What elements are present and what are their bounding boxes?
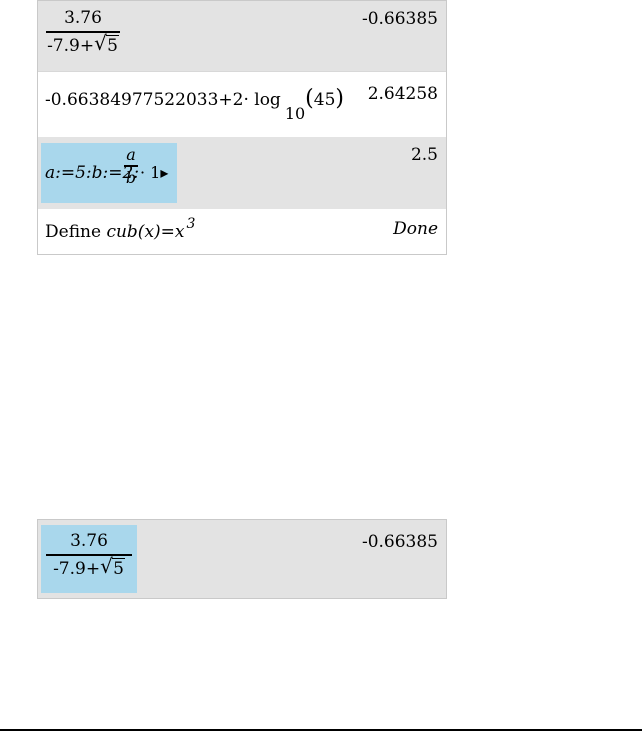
expression-tail: · 1▸ <box>140 163 169 182</box>
lower-denominator-prefix: -7.9+ <box>53 559 101 579</box>
inline-fraction: a b <box>124 145 138 187</box>
log-argument: 45 <box>313 90 336 110</box>
highlighted-expression[interactable]: a:=5:b:=2: a b · 1▸ <box>41 143 177 203</box>
lower-radicand: 5 <box>112 558 125 579</box>
lower-fraction-bar <box>46 554 132 556</box>
exponent: 3 <box>186 216 196 232</box>
fraction-denominator: -7.9+ √ 5 <box>46 31 120 57</box>
lower-radical-icon: √ <box>100 554 113 578</box>
open-paren: ( <box>305 86 314 111</box>
square-root: √ 5 <box>94 31 119 57</box>
calculator-history-panel: 3.76 -7.9+ √ 5 -0.66385 -0.66384977522033+… <box>37 0 447 255</box>
entry-row[interactable]: 3.76 -7.9+ √ 5 -0.66385 <box>38 520 446 598</box>
bottom-divider <box>0 729 642 731</box>
log-base: 10 <box>284 104 306 123</box>
denominator-prefix: -7.9+ <box>47 36 95 56</box>
history-result-1: -0.66385 <box>361 9 438 29</box>
history-entry-1[interactable]: 3.76 -7.9+ √ 5 -0.66385 <box>38 1 446 71</box>
lower-result: -0.66385 <box>361 532 438 552</box>
lower-square-root: √ 5 <box>100 554 125 580</box>
function-definition: cub(x)=x <box>106 222 185 242</box>
highlighted-fraction[interactable]: 3.76 -7.9+ √ 5 <box>41 525 137 593</box>
define-expression: Define cub(x)=x 3 <box>45 216 195 242</box>
inline-fraction-denominator: b <box>125 168 137 187</box>
fraction-numerator: 3.76 <box>64 8 102 28</box>
define-keyword: Define <box>45 222 102 242</box>
inline-fraction-bar <box>124 165 138 167</box>
lower-fraction-denominator: -7.9+ √ 5 <box>46 554 132 580</box>
fraction-bar <box>46 31 120 33</box>
history-entry-3[interactable]: a:=5:b:=2: a b · 1▸ 2.5 <box>38 137 446 209</box>
history-entry-2[interactable]: -0.66384977522033+2· log10(45) 2.64258 <box>38 71 446 137</box>
lower-fraction-expression: 3.76 -7.9+ √ 5 <box>46 530 132 580</box>
history-result-4: Done <box>393 219 438 239</box>
radicand: 5 <box>106 35 119 56</box>
history-result-3: 2.5 <box>410 145 438 165</box>
close-paren: ) <box>335 86 344 111</box>
fraction-expression: 3.76 -7.9+ √ 5 <box>46 7 120 57</box>
history-entry-4[interactable]: Define cub(x)=x 3 Done <box>38 209 446 254</box>
calculator-entry-panel: 3.76 -7.9+ √ 5 -0.66385 <box>37 519 447 599</box>
radical-icon: √ <box>94 31 107 55</box>
log-expression: -0.66384977522033+2· log10(45) <box>45 86 344 123</box>
log-expression-prefix: -0.66384977522033+2· log <box>45 90 281 110</box>
lower-fraction-numerator: 3.76 <box>70 531 108 551</box>
inline-fraction-numerator: a <box>126 145 136 164</box>
history-result-2: 2.64258 <box>367 84 438 104</box>
